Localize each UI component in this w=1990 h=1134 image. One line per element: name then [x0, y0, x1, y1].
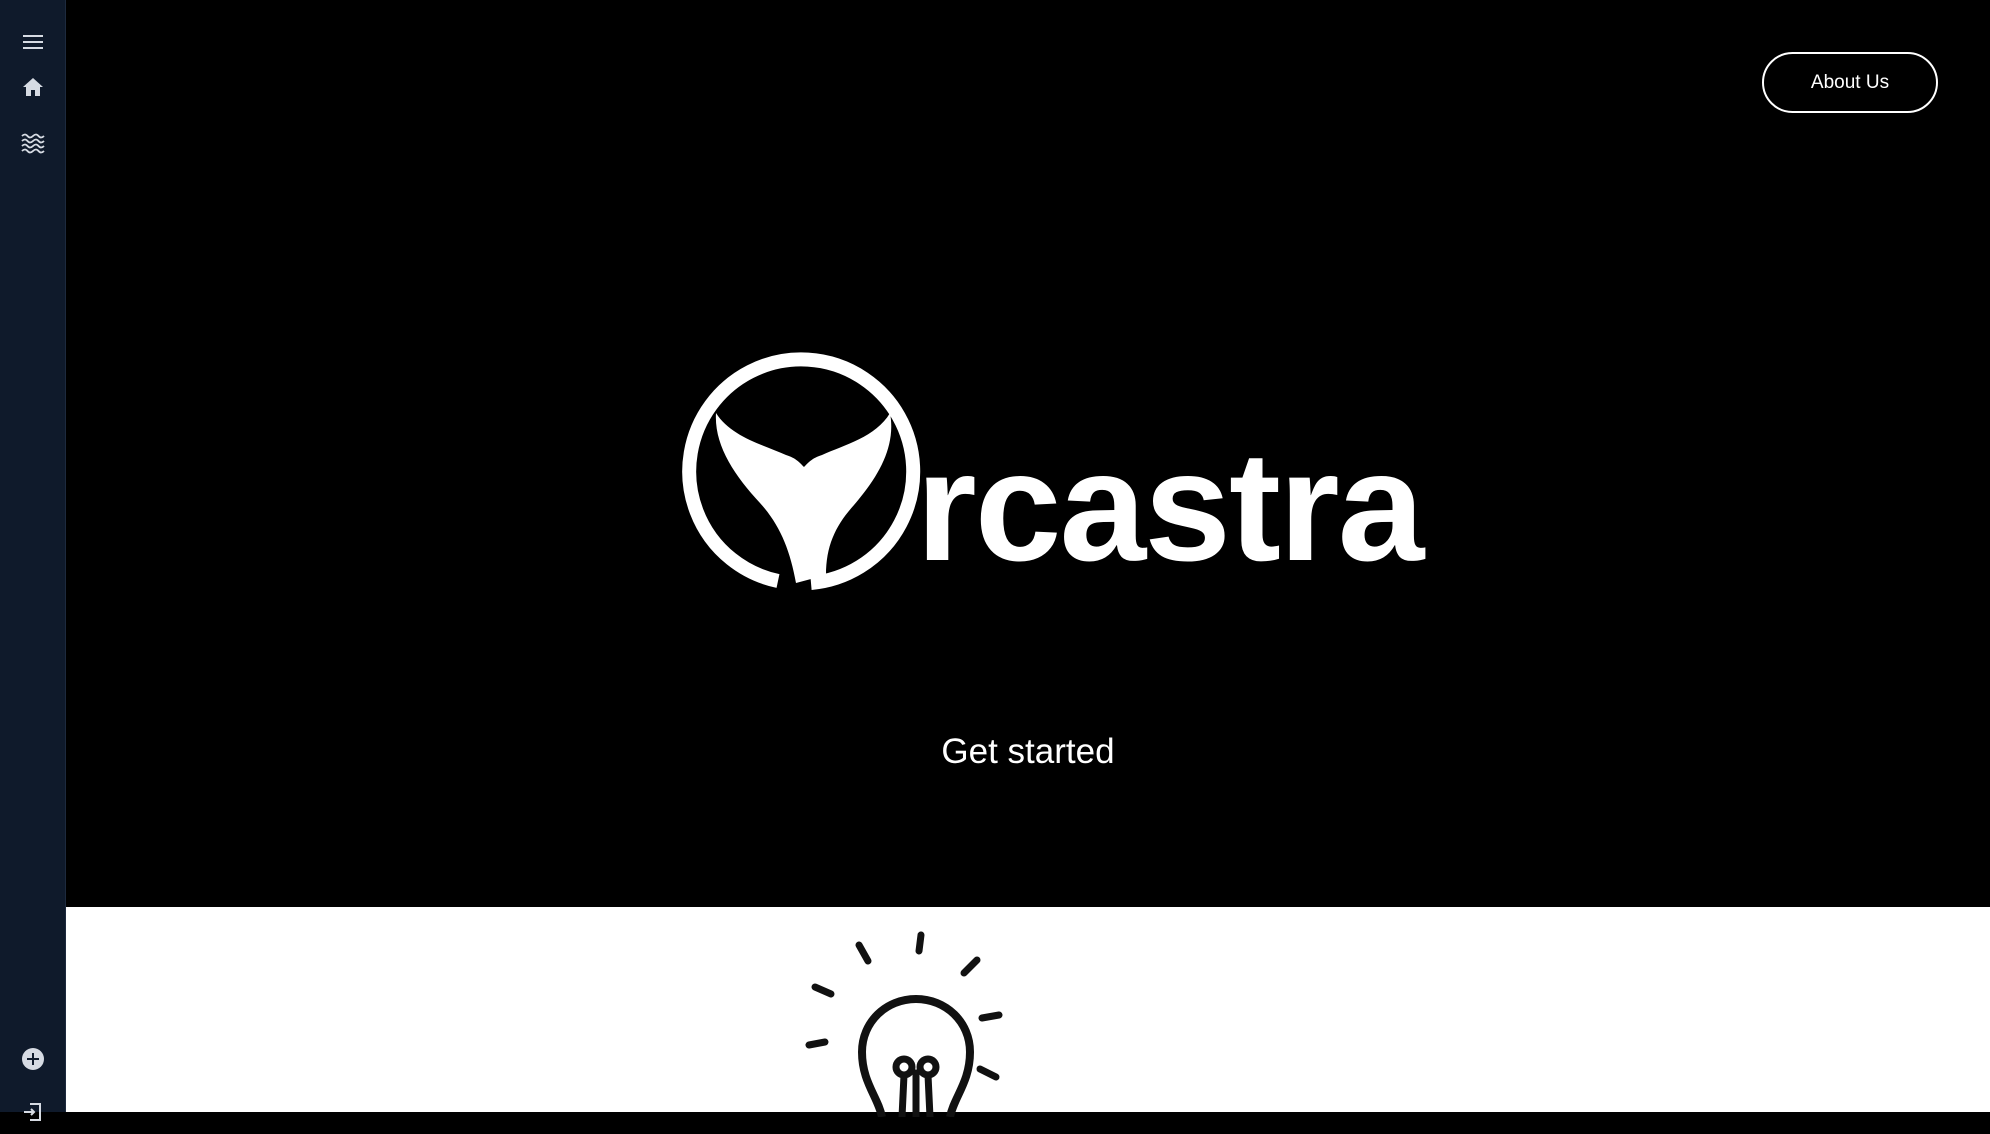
home-icon	[23, 78, 43, 96]
menu-button[interactable]	[0, 20, 66, 64]
logo-text: rcastra	[916, 420, 1426, 594]
about-us-button[interactable]: About Us	[1762, 52, 1938, 113]
logout-button[interactable]	[0, 1090, 66, 1134]
orcastra-logo: rcastra	[676, 345, 1456, 595]
features-section	[66, 907, 1990, 1117]
main-content: About Us rcastra Get started	[66, 0, 1990, 1117]
sidebar	[0, 0, 66, 1121]
hero-section: About Us rcastra Get started	[66, 0, 1990, 907]
plus-circle-icon	[22, 1048, 44, 1070]
waves-button[interactable]	[0, 120, 66, 164]
get-started-label: Get started	[941, 732, 1115, 771]
hamburger-icon	[23, 35, 43, 49]
add-button[interactable]	[0, 1037, 66, 1081]
get-started-link[interactable]: Get started	[66, 732, 1990, 772]
lightbulb-icon	[805, 931, 1003, 1117]
home-button[interactable]	[0, 65, 66, 109]
waves-icon	[21, 133, 45, 154]
logout-icon	[24, 1103, 41, 1121]
